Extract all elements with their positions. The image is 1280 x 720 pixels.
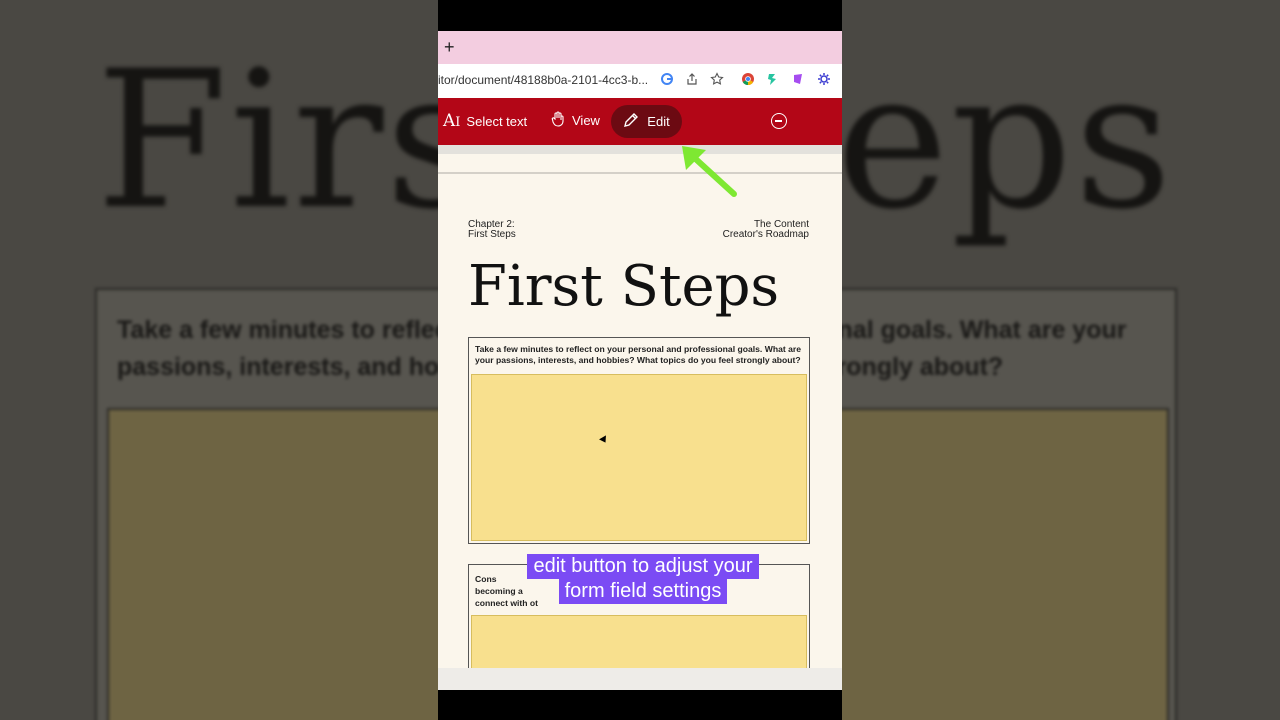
zoom-out-icon[interactable] xyxy=(771,113,787,129)
pointer-arrow-icon xyxy=(682,146,737,197)
new-tab-button[interactable]: + xyxy=(444,37,455,57)
share-icon[interactable] xyxy=(684,72,700,88)
book-title: The Content Creator's Roadmap xyxy=(723,220,809,240)
screen-recording: + itor/document/48188b0a-2101-4cc3-b... … xyxy=(438,0,842,720)
page-title: First Steps xyxy=(468,254,780,319)
bookmark-star-icon[interactable] xyxy=(709,72,725,88)
edit-label: Edit xyxy=(647,114,670,129)
question-box: Take a few minutes to reflect on your pe… xyxy=(468,337,810,544)
page-separator xyxy=(438,172,842,174)
google-lens-icon[interactable] xyxy=(659,72,675,88)
form-text-field[interactable] xyxy=(471,615,807,668)
chrome-icon[interactable] xyxy=(740,72,756,88)
view-button[interactable]: View xyxy=(550,111,600,130)
question-text: Take a few minutes to reflect on your pe… xyxy=(475,344,801,365)
browser-tab-bar: + xyxy=(438,31,842,64)
book-title-line2: Creator's Roadmap xyxy=(722,229,809,240)
pencil-icon xyxy=(623,112,639,131)
settings-icon[interactable] xyxy=(816,72,832,88)
text-cursor-icon: AI xyxy=(443,111,461,131)
extension-icon[interactable] xyxy=(765,72,781,88)
hand-icon xyxy=(550,111,566,130)
select-text-label: Select text xyxy=(466,113,528,129)
form-text-field[interactable] xyxy=(471,374,807,541)
bottom-bar xyxy=(438,668,842,690)
select-text-button[interactable]: AI Select text xyxy=(443,111,527,131)
video-caption: edit button to adjust your form field se… xyxy=(493,554,793,604)
toolbar-divider xyxy=(438,145,842,154)
chapter-name: First Steps xyxy=(468,229,516,240)
pdf-toolbar: AI Select text View Edit xyxy=(438,98,842,145)
extension-icon[interactable] xyxy=(790,72,806,88)
edit-button[interactable]: Edit xyxy=(611,105,682,138)
url-text[interactable]: itor/document/48188b0a-2101-4cc3-b... xyxy=(438,73,648,87)
caption-line: edit button to adjust your xyxy=(527,554,759,579)
address-bar[interactable]: itor/document/48188b0a-2101-4cc3-b... xyxy=(438,64,842,98)
caption-line: form field settings xyxy=(558,579,728,604)
view-label: View xyxy=(572,113,600,128)
chapter-heading: Chapter 2: First Steps xyxy=(468,220,516,240)
